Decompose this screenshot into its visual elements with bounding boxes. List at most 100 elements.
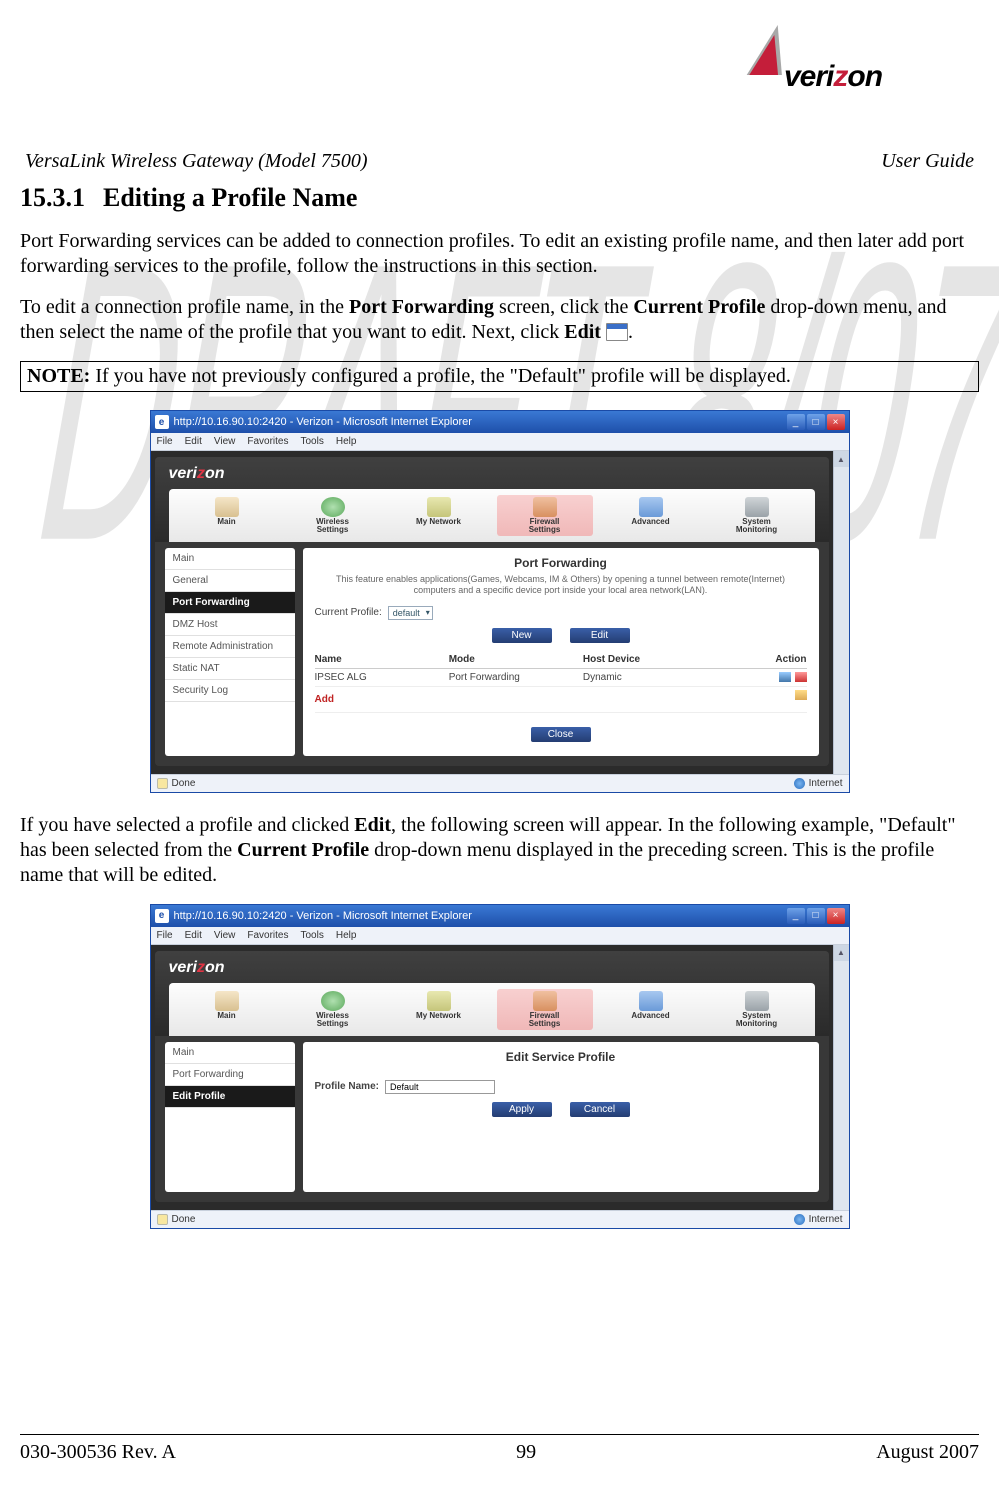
sidebar-item-staticnat[interactable]: Static NAT — [165, 658, 295, 680]
menu-view[interactable]: View — [214, 436, 236, 447]
menu-favorites[interactable]: Favorites — [247, 930, 288, 941]
tab-firewall[interactable]: FirewallSettings — [497, 989, 593, 1030]
ie-statusbar: Done Internet — [151, 1210, 849, 1228]
sidebar-item-portforwarding[interactable]: Port Forwarding — [165, 592, 295, 614]
paragraph-3: If you have selected a profile and click… — [20, 813, 979, 888]
advanced-icon — [639, 497, 663, 517]
wireless-icon — [321, 497, 345, 517]
close-button-panel[interactable]: Close — [531, 727, 591, 742]
tab-monitoring[interactable]: SystemMonitoring — [709, 495, 805, 536]
running-header: VersaLink Wireless Gateway (Model 7500) … — [20, 150, 979, 173]
menu-edit[interactable]: Edit — [185, 930, 202, 941]
tab-firewall[interactable]: FirewallSettings — [497, 495, 593, 536]
home-icon — [215, 497, 239, 517]
menu-tools[interactable]: Tools — [300, 436, 323, 447]
sidebar-item-seclog[interactable]: Security Log — [165, 680, 295, 702]
row-add-icon[interactable] — [795, 690, 807, 700]
verizon-logo: verizon — [749, 40, 949, 100]
sidebar-2: Main Port Forwarding Edit Profile — [165, 1042, 295, 1192]
page-number: 99 — [516, 1441, 536, 1464]
section-heading: 15.3.1 Editing a Profile Name — [20, 183, 979, 213]
sidebar-item-main[interactable]: Main — [165, 548, 295, 570]
network-icon — [427, 497, 451, 517]
section-number: 15.3.1 — [20, 183, 85, 212]
menu-favorites[interactable]: Favorites — [247, 436, 288, 447]
tab-main[interactable]: Main — [179, 989, 275, 1030]
tab-main[interactable]: Main — [179, 495, 275, 536]
ie-statusbar: Done Internet — [151, 774, 849, 792]
ie-app-icon: e — [155, 909, 169, 923]
edit-button[interactable]: Edit — [570, 628, 630, 643]
panel-title-2: Edit Service Profile — [315, 1050, 807, 1064]
network-icon — [427, 991, 451, 1011]
profile-name-input[interactable] — [385, 1080, 495, 1094]
section-title: Editing a Profile Name — [103, 183, 357, 212]
tab-monitoring[interactable]: SystemMonitoring — [709, 989, 805, 1030]
tab-network[interactable]: My Network — [391, 989, 487, 1030]
verizon-logo-area: verizon — [20, 40, 979, 100]
table-header: Name Mode Host Device Action — [315, 651, 807, 669]
profile-name-label: Profile Name: — [315, 1081, 379, 1092]
close-button[interactable]: × — [827, 414, 845, 430]
ie-title: http://10.16.90.10:2420 - Verizon - Micr… — [174, 416, 472, 428]
panel-desc: This feature enables applications(Games,… — [315, 574, 807, 596]
sidebar-item-main[interactable]: Main — [165, 1042, 295, 1064]
maximize-button[interactable]: □ — [807, 908, 825, 924]
firewall-icon — [533, 991, 557, 1011]
tab-advanced[interactable]: Advanced — [603, 495, 699, 536]
router-tabs: Main WirelessSettings My Network Firewal… — [169, 489, 815, 542]
menu-file[interactable]: File — [157, 436, 173, 447]
doc-date: August 2007 — [876, 1441, 979, 1464]
menu-tools[interactable]: Tools — [300, 930, 323, 941]
minimize-button[interactable]: _ — [787, 908, 805, 924]
home-icon — [215, 991, 239, 1011]
sidebar-item-portforwarding[interactable]: Port Forwarding — [165, 1064, 295, 1086]
sidebar-item-dmz[interactable]: DMZ Host — [165, 614, 295, 636]
paragraph-2: To edit a connection profile name, in th… — [20, 295, 979, 345]
maximize-button[interactable]: □ — [807, 414, 825, 430]
add-link[interactable]: Add — [315, 690, 449, 709]
ie-menubar: File Edit View Favorites Tools Help — [151, 927, 849, 945]
note-box: NOTE: If you have not previously configu… — [20, 361, 979, 392]
minimize-button[interactable]: _ — [787, 414, 805, 430]
guide-label: User Guide — [881, 150, 974, 173]
monitoring-icon — [745, 991, 769, 1011]
internet-zone-icon — [794, 778, 805, 789]
sidebar-item-remote[interactable]: Remote Administration — [165, 636, 295, 658]
sidebar-item-general[interactable]: General — [165, 570, 295, 592]
scroll-up-icon[interactable]: ▲ — [834, 945, 849, 961]
table-row: IPSEC ALG Port Forwarding Dynamic — [315, 669, 807, 687]
menu-file[interactable]: File — [157, 930, 173, 941]
close-button[interactable]: × — [827, 908, 845, 924]
apply-button[interactable]: Apply — [492, 1102, 552, 1117]
router-brand: verizon — [169, 959, 815, 977]
menu-help[interactable]: Help — [336, 930, 357, 941]
advanced-icon — [639, 991, 663, 1011]
tab-advanced[interactable]: Advanced — [603, 989, 699, 1030]
scrollbar[interactable]: ▲ — [833, 945, 849, 1210]
menu-edit[interactable]: Edit — [185, 436, 202, 447]
cancel-button[interactable]: Cancel — [570, 1102, 630, 1117]
firewall-icon — [533, 497, 557, 517]
scroll-up-icon[interactable]: ▲ — [834, 451, 849, 467]
router-brand: verizon — [169, 465, 815, 483]
current-profile-select[interactable]: default — [388, 606, 433, 620]
row-delete-icon[interactable] — [795, 672, 807, 682]
doc-number: 030-300536 Rev. A — [20, 1441, 176, 1464]
edit-icon — [606, 323, 628, 341]
tab-wireless[interactable]: WirelessSettings — [285, 495, 381, 536]
internet-zone-icon — [794, 1214, 805, 1225]
menu-view[interactable]: View — [214, 930, 236, 941]
tab-network[interactable]: My Network — [391, 495, 487, 536]
new-button[interactable]: New — [492, 628, 552, 643]
page-footer: 030-300536 Rev. A 99 August 2007 — [20, 1434, 979, 1464]
sidebar-item-editprofile[interactable]: Edit Profile — [165, 1086, 295, 1108]
row-edit-icon[interactable] — [779, 672, 791, 682]
current-profile-label: Current Profile: — [315, 607, 382, 618]
tab-wireless[interactable]: WirelessSettings — [285, 989, 381, 1030]
table-row-add: Add — [315, 687, 807, 713]
menu-help[interactable]: Help — [336, 436, 357, 447]
ie-titlebar: e http://10.16.90.10:2420 - Verizon - Mi… — [151, 905, 849, 927]
panel-title: Port Forwarding — [315, 556, 807, 570]
scrollbar[interactable]: ▲ — [833, 451, 849, 774]
